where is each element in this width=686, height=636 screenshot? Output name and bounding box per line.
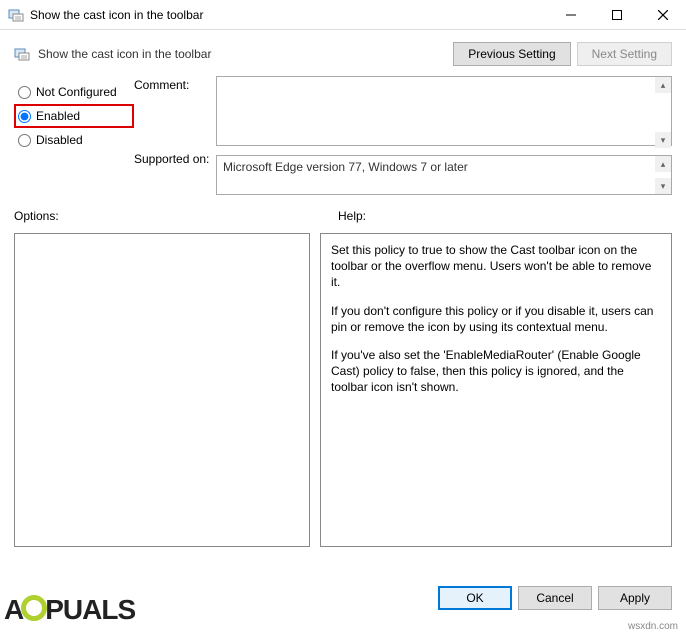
- dialog-buttons: OK Cancel Apply: [438, 586, 672, 610]
- options-panel: [14, 233, 310, 547]
- maximize-button[interactable]: [594, 0, 640, 30]
- radio-not-configured-input[interactable]: [18, 86, 31, 99]
- previous-setting-button[interactable]: Previous Setting: [453, 42, 570, 66]
- radio-label: Enabled: [36, 109, 80, 123]
- chevron-down-icon[interactable]: ▾: [655, 178, 671, 194]
- radio-label: Disabled: [36, 133, 83, 147]
- close-button[interactable]: [640, 0, 686, 30]
- radio-disabled-input[interactable]: [18, 134, 31, 147]
- cancel-button[interactable]: Cancel: [518, 586, 592, 610]
- help-text: If you don't configure this policy or if…: [331, 303, 661, 335]
- header-row: Show the cast icon in the toolbar Previo…: [0, 30, 686, 76]
- radio-disabled[interactable]: Disabled: [14, 128, 134, 152]
- options-label: Options:: [14, 209, 338, 223]
- apply-button[interactable]: Apply: [598, 586, 672, 610]
- window-title: Show the cast icon in the toolbar: [30, 8, 548, 22]
- supported-on-field: Microsoft Edge version 77, Windows 7 or …: [216, 155, 672, 195]
- radio-not-configured[interactable]: Not Configured: [14, 80, 134, 104]
- comment-label: Comment:: [134, 76, 216, 146]
- state-radio-group: Not Configured Enabled Disabled: [14, 76, 134, 195]
- watermark-logo: APUALS: [4, 594, 135, 626]
- logo-text: PUALS: [45, 594, 135, 626]
- help-text: If you've also set the 'EnableMediaRoute…: [331, 347, 661, 396]
- watermark-site: wsxdn.com: [628, 621, 678, 632]
- ok-button[interactable]: OK: [438, 586, 512, 610]
- logo-ring-icon: [21, 595, 47, 621]
- policy-icon: [14, 46, 30, 62]
- minimize-button[interactable]: [548, 0, 594, 30]
- comment-textarea[interactable]: [216, 76, 672, 146]
- chevron-up-icon[interactable]: ▴: [655, 156, 671, 172]
- chevron-down-icon[interactable]: ▾: [655, 132, 671, 148]
- supported-on-label: Supported on:: [134, 146, 216, 166]
- radio-enabled-input[interactable]: [18, 110, 31, 123]
- help-panel: Set this policy to true to show the Cast…: [320, 233, 672, 547]
- chevron-up-icon[interactable]: ▴: [655, 77, 671, 93]
- titlebar: Show the cast icon in the toolbar: [0, 0, 686, 30]
- policy-icon: [8, 7, 24, 23]
- page-title: Show the cast icon in the toolbar: [38, 47, 447, 61]
- next-setting-button: Next Setting: [577, 42, 672, 66]
- help-label: Help:: [338, 209, 672, 223]
- radio-label: Not Configured: [36, 85, 117, 99]
- radio-enabled[interactable]: Enabled: [14, 104, 134, 128]
- help-text: Set this policy to true to show the Cast…: [331, 242, 661, 291]
